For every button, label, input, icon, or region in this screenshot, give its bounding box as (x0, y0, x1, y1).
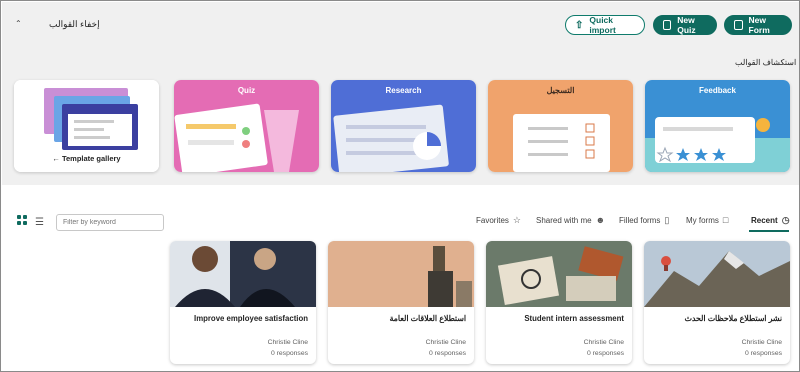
form-responses: 0 responses (270, 350, 308, 357)
form-icon (734, 20, 743, 30)
bookmark-icon: ▯ (664, 215, 670, 225)
form-card[interactable]: Student intern assessment Christie Cline… (486, 241, 632, 364)
new-form-label: New Form (748, 15, 770, 35)
form-title: Improve employee satisfaction (194, 314, 308, 323)
list-view-icon[interactable]: ☰ (35, 217, 44, 228)
form-cover-image (486, 241, 632, 307)
forms-home-window: ⌃ إخفاء القوالب ⇧ Quick import New Quiz … (0, 0, 800, 372)
template-label: Feedback (699, 86, 736, 95)
form-owner: Christie Cline (741, 339, 782, 346)
tab-filled-forms[interactable]: Filled forms ▯ (619, 215, 669, 226)
form-owner: Christie Cline (267, 339, 308, 346)
star-icon: ☆ (512, 215, 521, 225)
template-card-research[interactable]: Research (331, 80, 476, 172)
tab-favorites[interactable]: Favorites ☆ (476, 215, 521, 226)
template-gallery-card[interactable]: ← Template gallery (14, 80, 159, 172)
templates-panel: ⌃ إخفاء القوالب ⇧ Quick import New Quiz … (2, 2, 799, 185)
form-cover-image (170, 241, 316, 307)
quick-import-button[interactable]: ⇧ Quick import (565, 15, 645, 35)
form-card[interactable]: Improve employee satisfaction Christie C… (170, 241, 316, 364)
tab-recent[interactable]: Recent ◷ (751, 215, 790, 226)
template-card-registration[interactable]: التسجيل (488, 80, 633, 172)
template-label: Quiz (237, 86, 256, 95)
template-gallery-text: Template gallery (61, 154, 121, 163)
new-quiz-label: New Quiz (677, 15, 696, 35)
form-responses: 0 responses (586, 350, 624, 357)
form-owner: Christie Cline (583, 339, 624, 346)
tab-label: Filled forms (619, 216, 661, 225)
form-title: استطلاع العلاقات العامة (389, 314, 466, 323)
tab-label: Favorites (476, 216, 509, 225)
form-title: نشر استطلاع ملاحظات الحدث (684, 314, 782, 323)
template-label: Research (385, 86, 422, 95)
tab-my-forms[interactable]: My forms □ (686, 215, 728, 225)
form-cover-image (328, 241, 474, 307)
document-icon: □ (722, 215, 729, 225)
quick-import-label: Quick import (589, 15, 616, 35)
hide-templates-label[interactable]: إخفاء القوالب (49, 17, 100, 31)
form-responses: 0 responses (744, 350, 782, 357)
active-tab-indicator (749, 230, 789, 232)
grid-view-icon[interactable] (17, 215, 27, 225)
new-quiz-button[interactable]: New Quiz (653, 15, 717, 35)
form-card[interactable]: نشر استطلاع ملاحظات الحدث Christie Cline… (644, 241, 790, 364)
filter-input[interactable] (56, 214, 164, 231)
template-gallery-label: ← Template gallery (52, 154, 121, 163)
explore-templates-label: استكشاف القوالب (735, 58, 797, 67)
form-card[interactable]: استطلاع العلاقات العامة Christie Cline 0… (328, 241, 474, 364)
quiz-icon (663, 20, 672, 30)
tab-label: Shared with me (536, 215, 592, 225)
form-title: Student intern assessment (524, 314, 624, 323)
template-label: التسجيل (546, 86, 575, 95)
new-form-button[interactable]: New Form (724, 15, 792, 35)
tab-label: My forms (686, 215, 719, 225)
clock-icon: ◷ (781, 215, 790, 225)
tab-label: Recent (751, 216, 778, 225)
form-responses: 0 responses (428, 350, 466, 357)
template-card-feedback[interactable]: Feedback (645, 80, 790, 172)
form-owner: Christie Cline (425, 339, 466, 346)
template-card-quiz[interactable]: Quiz (174, 80, 319, 172)
form-cover-image (644, 241, 790, 307)
people-icon: ☻ (595, 215, 606, 225)
chevron-up-icon[interactable]: ⌃ (15, 17, 22, 31)
upload-icon: ⇧ (575, 19, 584, 31)
tab-shared-with-me[interactable]: Shared with me ☻ (536, 215, 605, 225)
